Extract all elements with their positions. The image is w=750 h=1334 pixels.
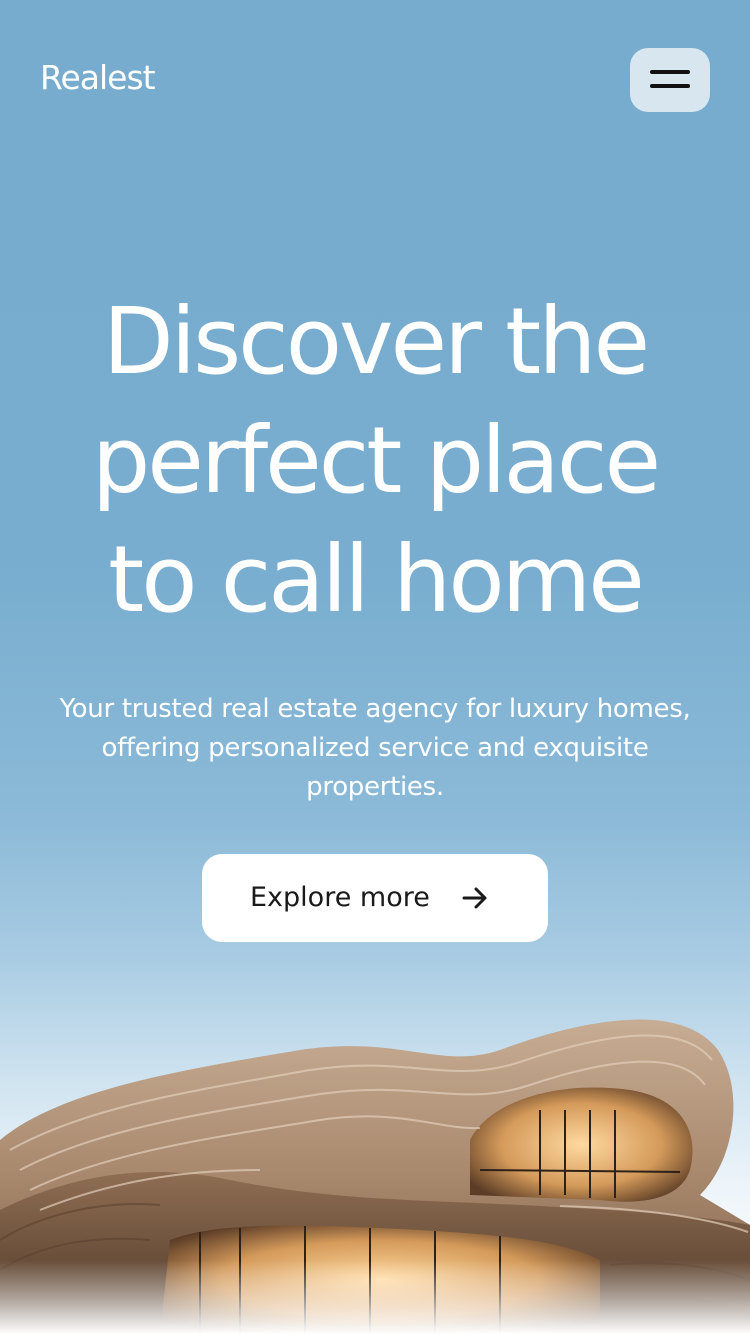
explore-more-label: Explore more	[250, 882, 430, 913]
logo[interactable]: Realest	[40, 56, 156, 100]
house-illustration	[0, 1019, 750, 1334]
subtitle-line-1: Your trusted real estate agency for luxu…	[59, 694, 691, 724]
hero-headline: Discover the perfect place to call home	[0, 282, 750, 639]
menu-bar-top	[650, 70, 690, 74]
menu-bar-bottom	[650, 84, 690, 88]
explore-more-button[interactable]: Explore more	[202, 854, 548, 942]
headline-line-3: to call home	[108, 526, 645, 633]
hero-page: Realest Discover the perfect place to ca…	[0, 0, 750, 1334]
headline-line-1: Discover the	[102, 288, 650, 395]
arrow-right-icon	[462, 887, 487, 909]
subtitle-line-3: properties.	[306, 772, 444, 802]
menu-button[interactable]	[630, 48, 710, 112]
hero-subtitle: Your trusted real estate agency for luxu…	[40, 690, 710, 807]
headline-line-2: perfect place	[91, 407, 661, 514]
subtitle-line-2: offering personalized service and exquis…	[101, 733, 649, 763]
